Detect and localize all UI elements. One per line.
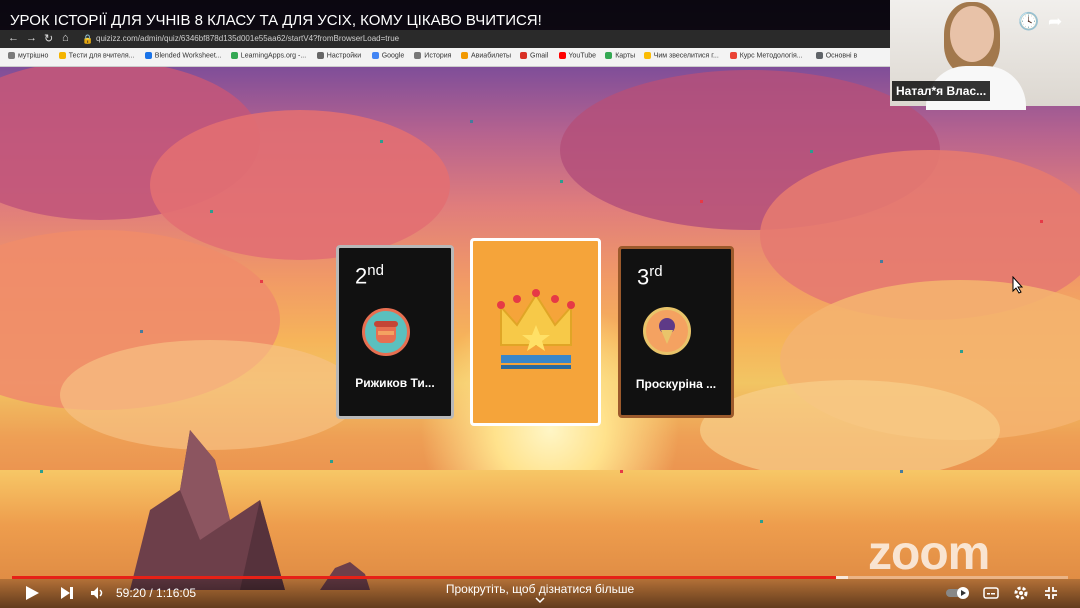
third-place-player: Проскуріна ... (635, 377, 717, 391)
honey-pot-avatar-icon (362, 308, 410, 356)
bookmark-favicon-icon (8, 52, 15, 59)
browser-title-bar: УРОК ІСТОРІЇ ДЛЯ УЧНІВ 8 КЛАСУ ТА ДЛЯ УС… (0, 0, 890, 30)
bookmark-item[interactable]: Основні в (815, 52, 857, 59)
bookmark-item[interactable]: Чим звеселитися г... (643, 52, 719, 59)
lock-icon: 🔒 (82, 34, 94, 44)
bookmark-favicon-icon (414, 52, 422, 59)
mouse-cursor-icon (1012, 276, 1024, 294)
bookmark-favicon-icon (558, 52, 566, 59)
second-place-player: Рижиков Ти... (355, 376, 435, 390)
second-place-card: 2nd Рижиков Ти... (336, 245, 454, 419)
chevron-down-icon[interactable] (535, 597, 545, 605)
bookmark-item[interactable]: Blended Worksheet... (144, 52, 222, 59)
bookmark-item[interactable]: Настройки (316, 52, 361, 59)
second-place-rank: 2nd (355, 262, 384, 289)
watch-later-icon[interactable]: 🕓 (1018, 12, 1039, 32)
share-icon[interactable]: ➦ (1048, 12, 1062, 32)
autoplay-toggle[interactable] (946, 586, 972, 600)
bookmark-favicon-icon (815, 52, 823, 59)
rock-illustration (130, 430, 285, 590)
bookmark-item[interactable]: Google (371, 52, 404, 59)
bookmark-favicon-icon (520, 52, 527, 59)
url-field[interactable]: quizizz.com/admin/quiz/6346bf878d135d001… (96, 34, 399, 43)
bookmark-item[interactable]: Gmail (520, 52, 548, 59)
page-title: УРОК ІСТОРІЇ ДЛЯ УЧНІВ 8 КЛАСУ ТА ДЛЯ УС… (10, 12, 542, 29)
bookmarks-bar: мутрішно Тести для вчителя... Blended Work… (0, 48, 890, 67)
participant-video[interactable]: 🕓 ➦ Натал*я Влас... (890, 0, 1080, 110)
bookmark-item[interactable]: Авиабилеты (461, 52, 511, 59)
bookmark-favicon-icon (461, 52, 468, 59)
crown-icon (497, 289, 575, 369)
third-place-card: 3rd Проскуріна ... (618, 246, 734, 418)
bookmark-item[interactable]: Курс Методологія... (729, 52, 803, 59)
settings-gear-icon[interactable] (1013, 585, 1029, 601)
bookmark-item[interactable]: История (414, 52, 451, 59)
player-controls: 59:20 / 1:16:05 Прокрутіть, щоб дізнатис… (0, 579, 1080, 608)
scroll-hint[interactable]: Прокрутіть, щоб дізнатися більше (0, 582, 1080, 596)
ice-cream-avatar-icon (643, 307, 691, 355)
exit-fullscreen-icon[interactable] (1044, 586, 1058, 600)
bookmark-favicon-icon (230, 52, 238, 59)
reload-icon[interactable]: ↻ (44, 32, 53, 45)
bookmark-item[interactable]: мутрішно (8, 52, 48, 59)
back-icon[interactable]: ← (8, 32, 19, 44)
bookmark-item[interactable]: Тести для вчителя... (58, 52, 135, 59)
bookmark-item[interactable]: LearningApps.org -... (230, 52, 306, 59)
bookmark-item[interactable]: Карты (605, 52, 635, 59)
bookmark-item[interactable]: YouTube (558, 52, 596, 59)
bookmark-favicon-icon (316, 52, 324, 59)
bookmark-favicon-icon (605, 52, 613, 59)
bookmark-favicon-icon (729, 52, 737, 59)
bookmark-favicon-icon (58, 52, 66, 59)
winner-card (470, 238, 601, 426)
subtitles-icon[interactable] (983, 586, 999, 600)
bookmark-favicon-icon (371, 52, 379, 59)
home-icon[interactable]: ⌂ (62, 32, 69, 44)
third-place-rank: 3rd (637, 263, 663, 290)
bookmark-favicon-icon (144, 52, 152, 59)
participant-face (950, 6, 994, 62)
participant-name: Натал*я Влас... (892, 81, 991, 101)
zoom-watermark: zoom (868, 527, 990, 580)
address-bar: ← → ↻ ⌂ 🔒 quizizz.com/admin/quiz/6346bf8… (0, 30, 890, 48)
forward-icon[interactable]: → (26, 32, 37, 44)
bookmark-favicon-icon (643, 52, 651, 59)
